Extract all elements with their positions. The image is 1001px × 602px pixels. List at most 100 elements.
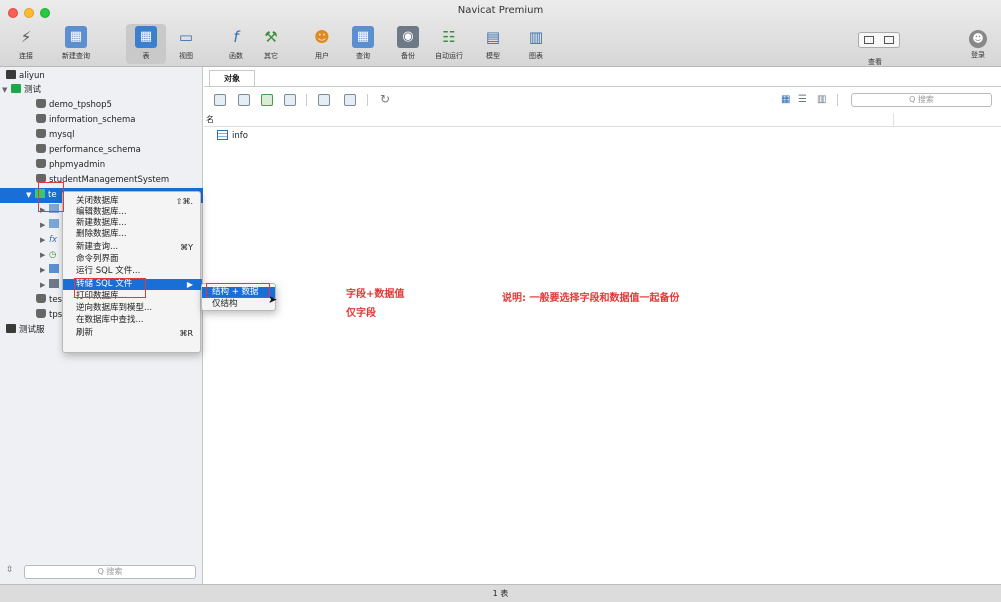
database-item[interactable]: tes: [36, 293, 62, 308]
database-item[interactable]: demo_tpshop5: [36, 98, 112, 113]
refresh-icon[interactable]: ↻: [380, 92, 390, 106]
sidebar-search-input[interactable]: Q 搜索: [24, 565, 196, 579]
toolbar-model[interactable]: ▤ 模型: [473, 24, 513, 64]
toolbar-table[interactable]: ▦ 表: [126, 24, 166, 64]
database-icon: [36, 99, 46, 108]
other-icon: ⚒: [264, 28, 278, 46]
toolbar-function[interactable]: f 函数: [216, 24, 256, 64]
annotation-box-structure-data: [206, 283, 270, 298]
database-icon: [36, 144, 46, 153]
menu-delete-database[interactable]: 删除数据库...: [63, 229, 202, 240]
database-icon: [36, 159, 46, 168]
connection-test-server[interactable]: 测试服: [6, 323, 45, 338]
views-node[interactable]: ▶: [40, 218, 62, 233]
annotation-box-dump: [74, 278, 146, 298]
menu-command-line[interactable]: 命令列界面: [63, 254, 202, 265]
connection-aliyun[interactable]: aliyun: [6, 69, 45, 84]
toolbar-backup[interactable]: ◉ 备份: [388, 24, 428, 64]
model-icon: ▤: [485, 28, 501, 46]
menu-run-sql-file[interactable]: 运行 SQL 文件...: [63, 266, 202, 277]
database-item[interactable]: information_schema: [36, 113, 136, 128]
toolbar-divider: [837, 94, 838, 106]
menu-edit-database[interactable]: 编辑数据库...: [63, 207, 202, 218]
menu-refresh[interactable]: 刷新 ⌘R: [63, 328, 202, 339]
chart-icon: ▥: [528, 28, 544, 46]
database-item[interactable]: phpmyadmin: [36, 158, 105, 173]
toolbar-automation[interactable]: ☷ 自动运行: [429, 24, 469, 64]
connection-icon: [11, 84, 21, 93]
function-icon: f: [233, 28, 239, 46]
toolbar-other[interactable]: ⚒ 其它: [251, 24, 291, 64]
status-bar: 1 表: [0, 584, 1001, 602]
list-view-icon[interactable]: ☰: [798, 94, 809, 105]
connection-test[interactable]: ▼ 测试: [2, 83, 41, 98]
toolbar-query[interactable]: ▦ 查询: [343, 24, 383, 64]
database-item[interactable]: tps: [36, 308, 62, 323]
function-icon: fx: [49, 235, 58, 245]
table-row[interactable]: info: [217, 130, 248, 141]
connection-icon: [6, 324, 16, 333]
detail-view-icon[interactable]: ▥: [817, 94, 828, 105]
new-table-icon[interactable]: [261, 94, 273, 106]
table-icon: ▦: [135, 26, 157, 48]
menu-close-database[interactable]: 关闭数据库 ⇧⌘.: [63, 196, 202, 207]
delete-table-icon[interactable]: [284, 94, 296, 106]
toolbar-new-query[interactable]: ▦ 新建查询: [56, 24, 96, 64]
avatar-icon: ☻: [969, 30, 987, 48]
disclosure-closed-icon: ▶: [40, 251, 46, 259]
tab-bar-divider: [204, 86, 1001, 87]
toolbar-chart[interactable]: ▥ 图表: [516, 24, 556, 64]
queries-node[interactable]: ▶: [40, 263, 62, 278]
database-icon: [36, 294, 46, 303]
design-table-icon[interactable]: [238, 94, 250, 106]
disclosure-open-icon[interactable]: ▼: [26, 188, 35, 203]
events-node[interactable]: ▶ ◷: [40, 248, 56, 263]
tab-objects[interactable]: 对象: [209, 70, 255, 87]
menu-reverse-to-model[interactable]: 逆向数据库到模型...: [63, 303, 202, 314]
backup-icon: ◉: [397, 26, 419, 48]
menu-new-query[interactable]: 新建查询... ⌘Y: [63, 242, 202, 253]
backup-icon: [49, 279, 59, 288]
menu-structure-only[interactable]: 仅结构: [202, 299, 275, 310]
view-icon: [49, 219, 59, 228]
new-query-icon: ▦: [65, 26, 87, 48]
toolbar-connection[interactable]: ⚡ 连接: [6, 24, 46, 64]
toolbar-view[interactable]: ▭ 视图: [166, 24, 206, 64]
filter-icon[interactable]: ⇳: [6, 565, 14, 575]
detail-view-icon: [884, 36, 894, 44]
login-button[interactable]: ☻ 登录: [958, 24, 998, 64]
column-header-name[interactable]: 名: [204, 113, 1001, 127]
database-item[interactable]: performance_schema: [36, 143, 141, 158]
database-item[interactable]: mysql: [36, 128, 75, 143]
open-table-icon[interactable]: [214, 94, 226, 106]
menu-new-database[interactable]: 新建数据库...: [63, 218, 202, 229]
functions-node[interactable]: ▶ fx: [40, 233, 57, 248]
view-label: 查看: [868, 58, 882, 66]
toolbar-divider: [367, 94, 368, 106]
context-menu: 关闭数据库 ⇧⌘. 编辑数据库... 新建数据库... 删除数据库... 新建查询…: [62, 191, 202, 353]
disclosure-closed-icon: ▶: [40, 281, 46, 289]
annotation-note-fields-only: 仅字段: [346, 308, 376, 319]
object-search-input[interactable]: Q 搜索: [851, 93, 992, 107]
disclosure-closed-icon: ▶: [40, 266, 46, 274]
view-toggle[interactable]: [858, 32, 900, 48]
clock-icon: ◷: [49, 250, 57, 260]
disclosure-open-icon[interactable]: ▼: [2, 83, 11, 98]
export-icon[interactable]: [344, 94, 356, 106]
disclosure-closed-icon: ▶: [40, 236, 46, 244]
annotation-note-fields-data: 字段+数据值: [346, 289, 405, 300]
menu-find-in-database[interactable]: 在数据库中查找...: [63, 315, 202, 326]
toolbar-divider: [306, 94, 307, 106]
column-divider: [893, 113, 894, 127]
grid-view-icon[interactable]: ▦: [781, 94, 792, 105]
toolbar-user[interactable]: ☻ 用户: [302, 24, 342, 64]
import-icon[interactable]: [318, 94, 330, 106]
annotation-box-database: [38, 182, 64, 212]
window-title: Navicat Premium: [457, 5, 544, 16]
automation-icon: ☷: [442, 28, 456, 46]
database-icon: [36, 129, 46, 138]
table-icon: [217, 130, 228, 140]
sidebar-view-icon: [864, 36, 874, 44]
connection-icon: ⚡: [20, 28, 32, 46]
backups-node[interactable]: ▶: [40, 278, 62, 293]
